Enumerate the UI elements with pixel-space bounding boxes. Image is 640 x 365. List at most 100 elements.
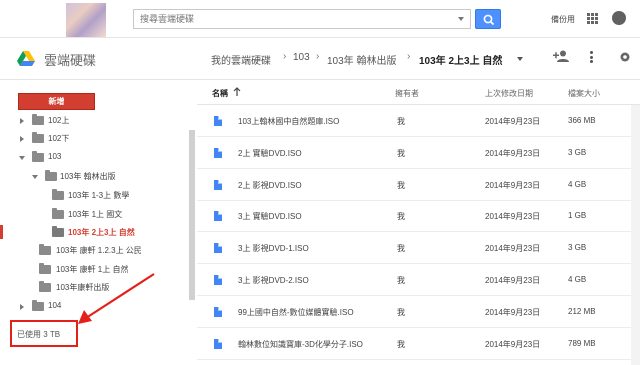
folder-icon xyxy=(39,263,51,274)
sidebar-folder-label: 103年 康軒 1.2.3上 公民 xyxy=(56,246,142,255)
sidebar-folder-label: 103年 2上3上 自然 xyxy=(68,228,135,237)
selected-indicator xyxy=(0,225,3,239)
folder-icon xyxy=(39,281,51,292)
search-box[interactable] xyxy=(133,9,471,29)
file-name: 2上 影視DVD.ISO xyxy=(238,181,302,190)
folder-icon xyxy=(52,208,64,219)
sidebar-folder-label: 103年 1-3上 數學 xyxy=(68,191,130,200)
file-name: 99上國中自然-數位媒體實驗.ISO xyxy=(238,308,354,317)
collapse-arrow-icon[interactable] xyxy=(19,156,25,160)
document-file-icon xyxy=(214,339,222,349)
file-name: 103上翰林國中自然題庫.ISO xyxy=(238,117,340,126)
file-name: 3上 影視DVD-2.ISO xyxy=(238,276,309,285)
file-owner: 我 xyxy=(397,276,405,285)
file-modified: 2014年9月23日 xyxy=(485,276,541,285)
file-row[interactable]: 翰林數位知識寶庫-3D化學分子.ISO 我 2014年9月23日 789 MB xyxy=(197,329,640,360)
file-size: 1 GB xyxy=(568,211,587,220)
folder-icon xyxy=(32,151,44,162)
sidebar-folder-label: 102下 xyxy=(48,134,70,143)
file-size: 4 GB xyxy=(568,275,587,284)
expand-arrow-icon[interactable] xyxy=(20,118,24,124)
search-input[interactable] xyxy=(134,10,444,28)
file-modified: 2014年9月23日 xyxy=(485,244,541,253)
sidebar-folder-label: 103年 1上 國文 xyxy=(68,210,123,219)
file-size: 789 MB xyxy=(568,339,596,348)
file-owner: 我 xyxy=(397,149,405,158)
file-size: 3 GB xyxy=(568,148,587,157)
annotation-arrow-icon xyxy=(78,273,155,324)
file-modified: 2014年9月23日 xyxy=(485,308,541,317)
document-file-icon xyxy=(214,148,222,158)
file-modified: 2014年9月23日 xyxy=(485,117,541,126)
document-file-icon xyxy=(214,307,222,317)
account-logo-blurred xyxy=(66,3,106,37)
column-modified[interactable]: 上次修改日期 xyxy=(485,88,533,99)
chevron-down-icon[interactable] xyxy=(517,57,523,61)
file-size: 366 MB xyxy=(568,116,596,125)
expand-arrow-icon[interactable] xyxy=(20,136,24,142)
file-owner: 我 xyxy=(397,244,405,253)
sidebar-folder-label: 102上 xyxy=(48,116,70,125)
file-row[interactable]: 99上國中自然-數位媒體實驗.ISO 我 2014年9月23日 212 MB xyxy=(197,297,640,328)
file-row[interactable]: 2上 影視DVD.ISO 我 2014年9月23日 4 GB xyxy=(197,170,640,201)
file-owner: 我 xyxy=(397,181,405,190)
search-button[interactable] xyxy=(475,9,501,29)
file-modified: 2014年9月23日 xyxy=(485,181,541,190)
document-file-icon xyxy=(214,180,222,190)
file-size: 212 MB xyxy=(568,307,596,316)
file-size: 4 GB xyxy=(568,180,587,189)
apps-grid-icon[interactable] xyxy=(587,13,598,24)
file-owner: 我 xyxy=(397,117,405,126)
folder-icon xyxy=(45,170,57,181)
settings-gear-icon[interactable] xyxy=(619,51,631,63)
folder-icon xyxy=(39,244,51,255)
file-name: 3上 影視DVD-1.ISO xyxy=(238,244,309,253)
file-name: 2上 實驗DVD.ISO xyxy=(238,149,302,158)
breadcrumb-hanlin[interactable]: 103年 翰林出版 xyxy=(327,52,396,67)
folder-icon xyxy=(32,300,44,311)
file-modified: 2014年9月23日 xyxy=(485,212,541,221)
file-list-scrollbar[interactable] xyxy=(631,105,640,365)
folder-icon xyxy=(52,226,64,237)
document-file-icon xyxy=(214,275,222,285)
breadcrumb-my-drive[interactable]: 我的雲端硬碟 xyxy=(211,52,271,67)
more-actions-icon[interactable] xyxy=(590,51,593,63)
file-owner: 我 xyxy=(397,308,405,317)
folder-icon xyxy=(32,114,44,125)
sidebar-folder-label: 103年 翰林出版 xyxy=(60,172,116,181)
column-size[interactable]: 檔案大小 xyxy=(568,88,600,99)
account-name[interactable]: 備份用 xyxy=(551,14,575,25)
column-owner[interactable]: 擁有者 xyxy=(395,88,419,99)
file-row[interactable]: 103上翰林國中自然題庫.ISO 我 2014年9月23日 366 MB xyxy=(197,106,640,137)
search-icon xyxy=(483,14,495,26)
notifications-icon[interactable] xyxy=(612,11,626,25)
breadcrumb-103[interactable]: 103 xyxy=(293,52,310,63)
file-owner: 我 xyxy=(397,212,405,221)
collapse-arrow-icon[interactable] xyxy=(32,175,38,179)
document-file-icon xyxy=(214,116,222,126)
file-modified: 2014年9月23日 xyxy=(485,340,541,349)
expand-arrow-icon[interactable] xyxy=(20,304,24,310)
document-file-icon xyxy=(214,211,222,221)
file-name: 3上 實驗DVD.ISO xyxy=(238,212,302,221)
file-row[interactable]: 3上 影視DVD-2.ISO 我 2014年9月23日 4 GB xyxy=(197,265,640,296)
sort-ascending-arrow-icon[interactable] xyxy=(233,87,241,97)
file-name: 翰林數位知識寶庫-3D化學分子.ISO xyxy=(238,340,363,349)
annotation-highlight-box xyxy=(10,320,78,347)
folder-icon xyxy=(52,189,64,200)
breadcrumb-current-folder[interactable]: 103年 2上3上 自然 xyxy=(419,52,502,67)
sidebar-folder-label: 104 xyxy=(48,301,62,310)
search-options-caret-icon[interactable] xyxy=(458,17,464,21)
new-button[interactable]: 新增 xyxy=(18,93,95,110)
breadcrumb-separator-icon: › xyxy=(407,51,411,62)
share-add-person-icon[interactable] xyxy=(553,50,569,62)
sidebar-folder-label: 103 xyxy=(48,152,62,161)
file-row[interactable]: 3上 實驗DVD.ISO 我 2014年9月23日 1 GB xyxy=(197,201,640,232)
google-drive-logo-icon xyxy=(17,51,35,66)
breadcrumb-separator-icon: › xyxy=(316,51,320,62)
file-row[interactable]: 3上 影視DVD-1.ISO 我 2014年9月23日 3 GB xyxy=(197,233,640,264)
file-row[interactable]: 2上 實驗DVD.ISO 我 2014年9月23日 3 GB xyxy=(197,138,640,169)
sidebar-scrollbar[interactable] xyxy=(189,130,195,300)
column-name[interactable]: 名稱 xyxy=(212,88,228,99)
file-size: 3 GB xyxy=(568,243,587,252)
